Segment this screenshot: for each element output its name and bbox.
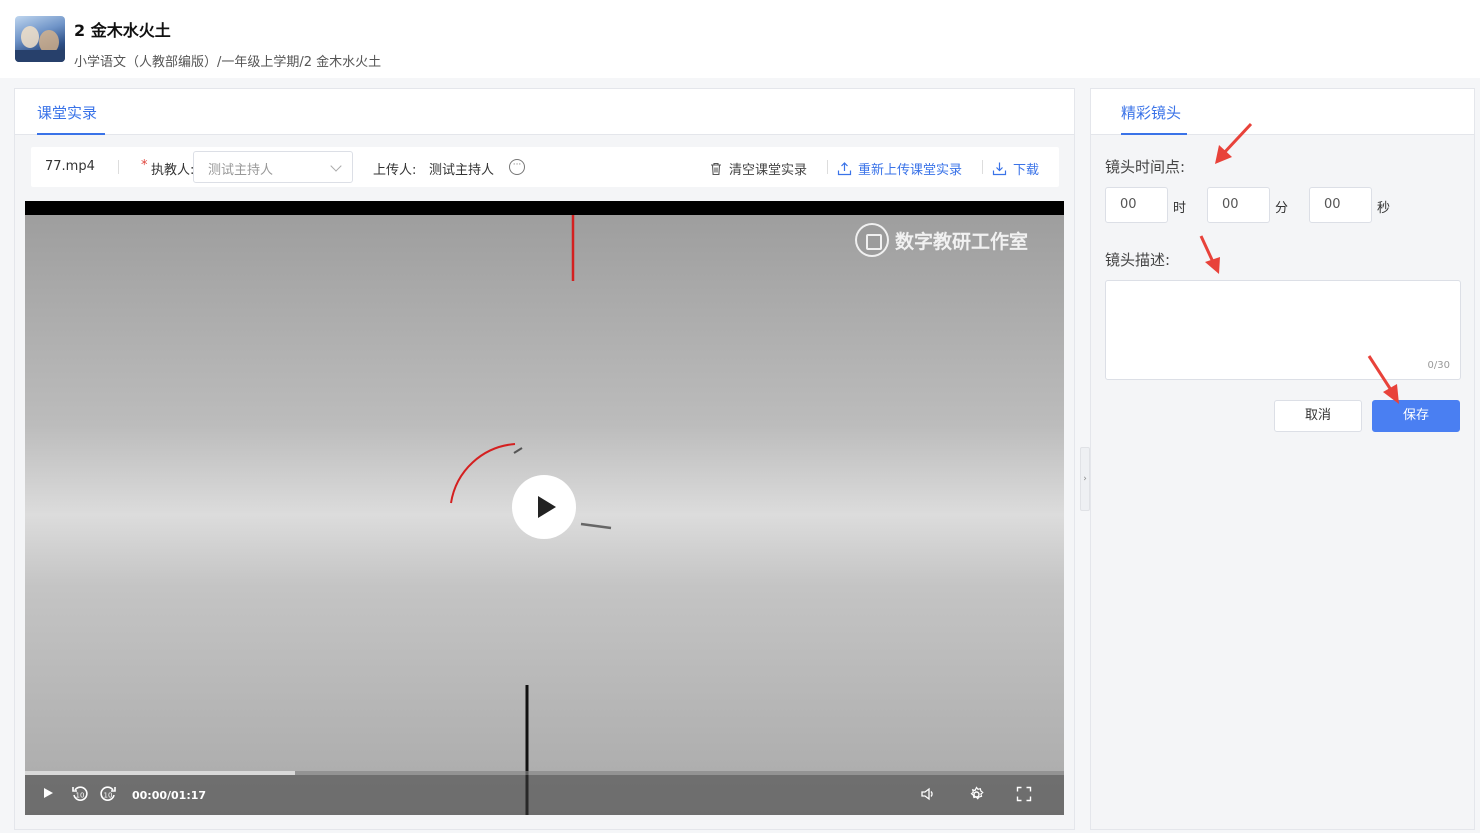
watermark-text: 数字教研工作室 <box>894 230 1028 253</box>
replay-10-icon[interactable]: 10 <box>71 785 89 803</box>
watermark: 数字教研工作室 <box>854 223 1028 257</box>
trash-icon <box>711 162 721 175</box>
left-body: 77.mp4 * 执教人: 测试主持人 上传人: 测试主持人 ··· 清空课堂实… <box>15 135 1074 829</box>
reupload-record-button[interactable]: 重新上传课堂实录 <box>837 159 962 178</box>
tab-classroom-record[interactable]: 课堂实录 <box>37 102 97 123</box>
annotation-arrow-icon <box>1199 235 1220 274</box>
teacher-select-placeholder: 测试主持人 <box>208 163 274 178</box>
divider <box>827 160 828 174</box>
teacher-select[interactable]: 测试主持人 <box>193 151 353 183</box>
minutes-unit: 分 <box>1275 201 1289 216</box>
reupload-record-label: 重新上传课堂实录 <box>858 163 963 178</box>
record-toolbar: 77.mp4 * 执教人: 测试主持人 上传人: 测试主持人 ··· 清空课堂实… <box>31 147 1059 187</box>
video-player[interactable]: 数字教研工作室 10 10 00:00/01:17 <box>25 201 1064 815</box>
seconds-unit: 秒 <box>1377 201 1391 216</box>
upload-icon <box>837 162 852 176</box>
desc-char-count: 0/30 <box>1427 360 1450 371</box>
page-header: 2 金木水火土 小学语文（人教部编版）/一年级上学期/2 金木水火土 <box>0 0 1480 78</box>
divider <box>118 160 119 174</box>
shot-time-label: 镜头时间点: <box>1105 158 1186 176</box>
left-tabbar: 课堂实录 <box>15 89 1074 135</box>
download-icon <box>992 162 1007 176</box>
collapse-chevron-icon[interactable]: › <box>1080 447 1090 511</box>
annotation-arrow-icon <box>1367 355 1399 404</box>
tab-highlight-shot[interactable]: 精彩镜头 <box>1121 102 1181 123</box>
divider <box>982 160 983 174</box>
forward-10-label: 10 <box>104 792 113 800</box>
uploader-name: 测试主持人 <box>429 163 495 178</box>
tab-underline <box>1121 133 1187 135</box>
classroom-record-panel: 课堂实录 77.mp4 * 执教人: 测试主持人 上传人: 测试主持人 ··· … <box>14 88 1075 830</box>
teacher-label: 执教人: <box>151 163 195 178</box>
clear-record-label: 清空课堂实录 <box>729 163 808 178</box>
hours-input[interactable]: 00 <box>1105 187 1168 223</box>
download-button[interactable]: 下载 <box>992 159 1039 178</box>
forward-10-icon[interactable]: 10 <box>99 785 117 803</box>
required-mark: * <box>141 158 148 173</box>
right-tabbar: 精彩镜头 <box>1091 89 1474 135</box>
progress-bar[interactable] <box>25 771 1064 775</box>
chevron-down-icon <box>330 160 342 172</box>
seconds-input[interactable]: 00 <box>1309 187 1372 223</box>
annotation-arrow-icon <box>1215 122 1253 164</box>
page-title: 2 金木水火土 <box>74 21 171 40</box>
progress-fill <box>25 771 296 775</box>
settings-icon[interactable] <box>968 786 985 803</box>
shot-desc-label: 镜头描述: <box>1105 251 1171 269</box>
highlight-shot-panel: 精彩镜头 镜头时间点: 00 时 00 分 00 秒 镜头描述: 0/30 取消… <box>1090 88 1475 830</box>
fullscreen-icon[interactable] <box>1016 786 1032 802</box>
volume-icon[interactable] <box>920 786 936 802</box>
watermark-logo-icon <box>854 223 889 257</box>
video-controls: 10 10 00:00/01:17 <box>25 771 1064 815</box>
hours-unit: 时 <box>1173 201 1187 216</box>
play-icon[interactable] <box>512 475 576 539</box>
download-label: 下载 <box>1013 163 1040 178</box>
play-small-icon[interactable] <box>41 786 55 800</box>
cancel-button[interactable]: 取消 <box>1274 400 1362 432</box>
shot-desc-textarea[interactable]: 0/30 <box>1105 280 1461 380</box>
replay-10-label: 10 <box>76 792 85 800</box>
more-icon[interactable]: ··· <box>509 159 525 175</box>
breadcrumb: 小学语文（人教部编版）/一年级上学期/2 金木水火土 <box>74 55 382 70</box>
minutes-input[interactable]: 00 <box>1207 187 1270 223</box>
clear-record-button[interactable]: 清空课堂实录 <box>709 159 807 178</box>
video-time: 00:00/01:17 <box>132 789 207 802</box>
course-thumbnail <box>15 16 65 62</box>
file-name: 77.mp4 <box>45 159 95 174</box>
uploader-label: 上传人: <box>373 163 417 178</box>
